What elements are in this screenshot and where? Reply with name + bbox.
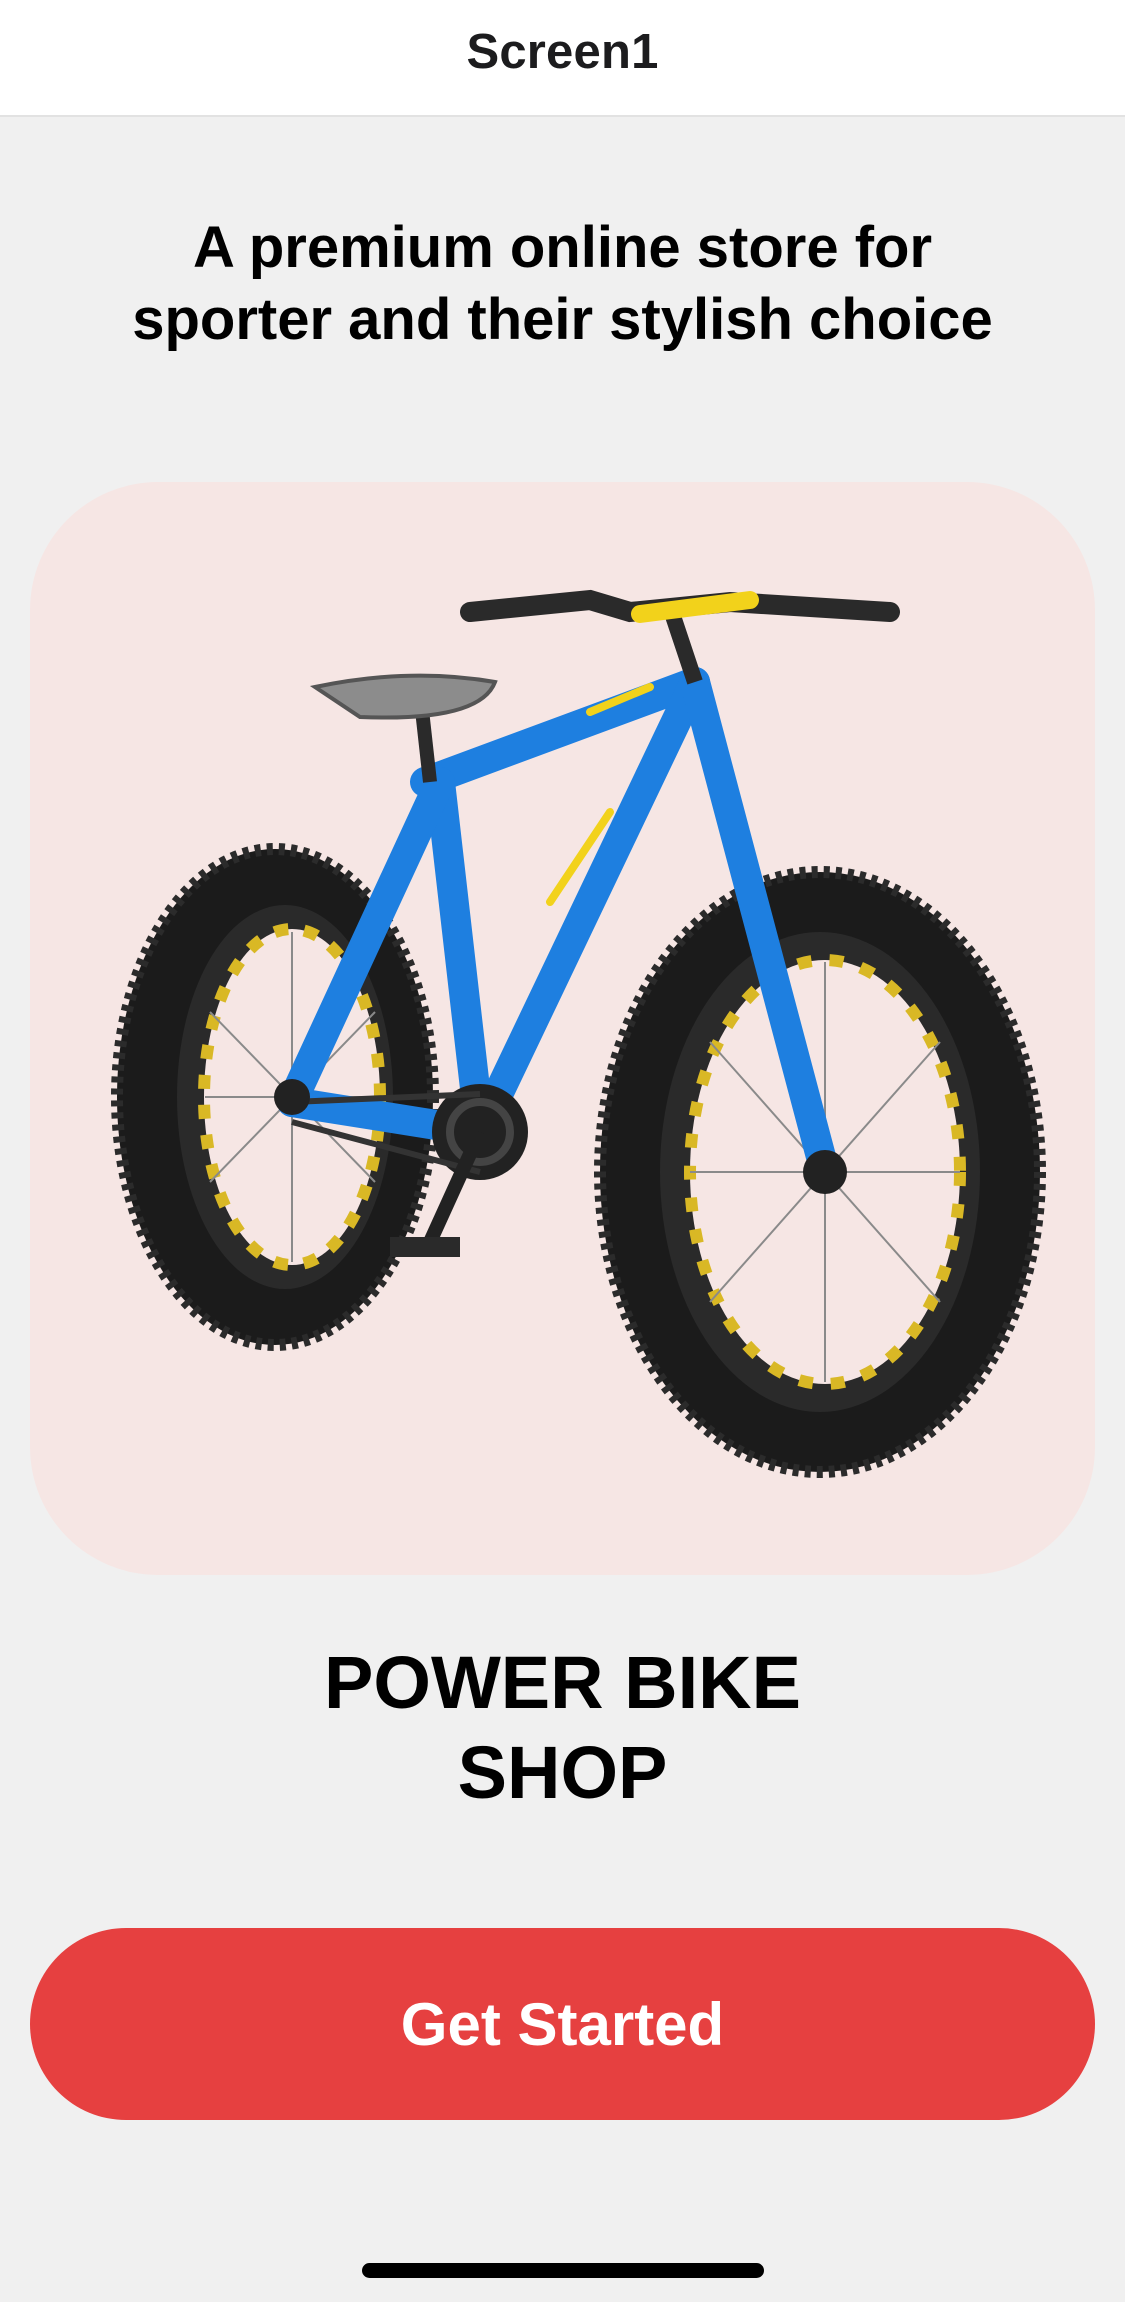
- tagline-line-2: sporter and their stylish choice: [132, 287, 993, 352]
- tagline-line-1: A premium online store for: [192, 215, 933, 280]
- shop-name-line-2: SHOP: [457, 1731, 668, 1814]
- get-started-button[interactable]: Get Started: [30, 1928, 1095, 2120]
- tagline: A premium online store for sporter and t…: [80, 212, 1045, 356]
- shop-name-line-1: POWER BIKE: [324, 1641, 801, 1724]
- get-started-label: Get Started: [400, 1990, 725, 2058]
- bicycle-image: [111, 589, 1046, 1478]
- screen-title: Screen1: [466, 24, 659, 79]
- home-indicator[interactable]: [362, 2263, 764, 2278]
- hero-image-card: [30, 482, 1095, 1575]
- navigation-bar: Screen1: [0, 0, 1125, 117]
- shop-name: POWER BIKE SHOP: [160, 1638, 965, 1818]
